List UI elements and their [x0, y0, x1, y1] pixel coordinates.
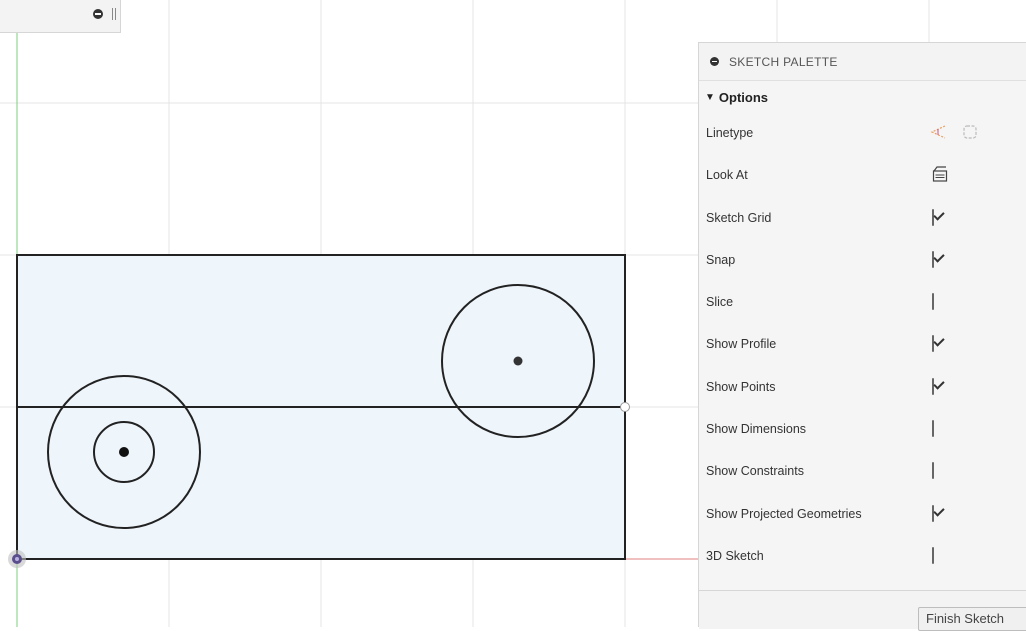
options-section-header[interactable]: ▼ Options: [699, 81, 1026, 113]
sketch-palette: SKETCH PALETTE ▼ Options Linetype Look A…: [698, 42, 1026, 631]
finish-sketch-button[interactable]: Finish Sketch: [918, 607, 1026, 631]
option-label: Slice: [706, 295, 734, 310]
minus-circle-icon[interactable]: [710, 57, 719, 66]
expand-arrow-icon: ▼: [705, 91, 715, 103]
option-label: Show Constraints: [706, 464, 804, 479]
option-look-at: Look At: [699, 155, 1026, 197]
option-label: Snap: [706, 252, 736, 267]
palette-footer: Finish Sketch: [699, 590, 1026, 631]
option-label: 3D Sketch: [706, 548, 764, 563]
3d-sketch-checkbox[interactable]: [932, 546, 934, 564]
option-sketch-grid: Sketch Grid: [699, 198, 1026, 240]
option-slice: Slice: [699, 282, 1026, 324]
option-3d-sketch: 3D Sketch: [699, 536, 1026, 578]
palette-title: SKETCH PALETTE: [729, 54, 838, 69]
option-show-dimensions: Show Dimensions: [699, 409, 1026, 451]
option-label: Show Points: [706, 379, 776, 394]
centerline-linetype-icon[interactable]: [961, 123, 979, 141]
snap-checkbox[interactable]: [932, 250, 934, 268]
option-label: Show Dimensions: [706, 422, 807, 437]
option-show-constraints: Show Constraints: [699, 451, 1026, 493]
slice-checkbox[interactable]: [932, 293, 934, 311]
center-point-left[interactable]: [119, 447, 129, 457]
grip-handle[interactable]: [112, 8, 116, 20]
browser-collapsed-panel[interactable]: [0, 0, 121, 33]
option-show-profile: Show Profile: [699, 324, 1026, 366]
options-label: Options: [718, 89, 769, 105]
show-dimensions-checkbox[interactable]: [932, 420, 934, 438]
endpoint-marker[interactable]: [620, 402, 630, 412]
option-show-projected-geometries: Show Projected Geometries: [699, 494, 1026, 536]
option-linetype: Linetype: [699, 113, 1026, 155]
show-points-checkbox[interactable]: [932, 377, 934, 395]
collapse-icon[interactable]: [93, 9, 103, 19]
look-at-icon[interactable]: [931, 165, 949, 183]
show-constraints-checkbox[interactable]: [932, 462, 934, 480]
origin-point[interactable]: [8, 550, 26, 568]
sketch-grid-checkbox[interactable]: [932, 208, 934, 226]
center-point-right[interactable]: [513, 356, 523, 366]
show-profile-checkbox[interactable]: [932, 335, 934, 353]
option-label: Show Profile: [706, 337, 777, 352]
option-label: Sketch Grid: [706, 210, 772, 225]
option-snap: Snap: [699, 240, 1026, 282]
option-show-points: Show Points: [699, 367, 1026, 409]
option-label: Linetype: [706, 126, 754, 140]
construction-linetype-icon[interactable]: [929, 123, 947, 141]
show-projected-geometries-checkbox[interactable]: [932, 504, 934, 522]
option-label: Show Projected Geometries: [706, 506, 862, 521]
option-label: Look At: [706, 168, 748, 183]
options-list: Linetype Look At Sketch Grid Snap Slice …: [699, 113, 1026, 578]
palette-header[interactable]: SKETCH PALETTE: [699, 43, 1026, 81]
